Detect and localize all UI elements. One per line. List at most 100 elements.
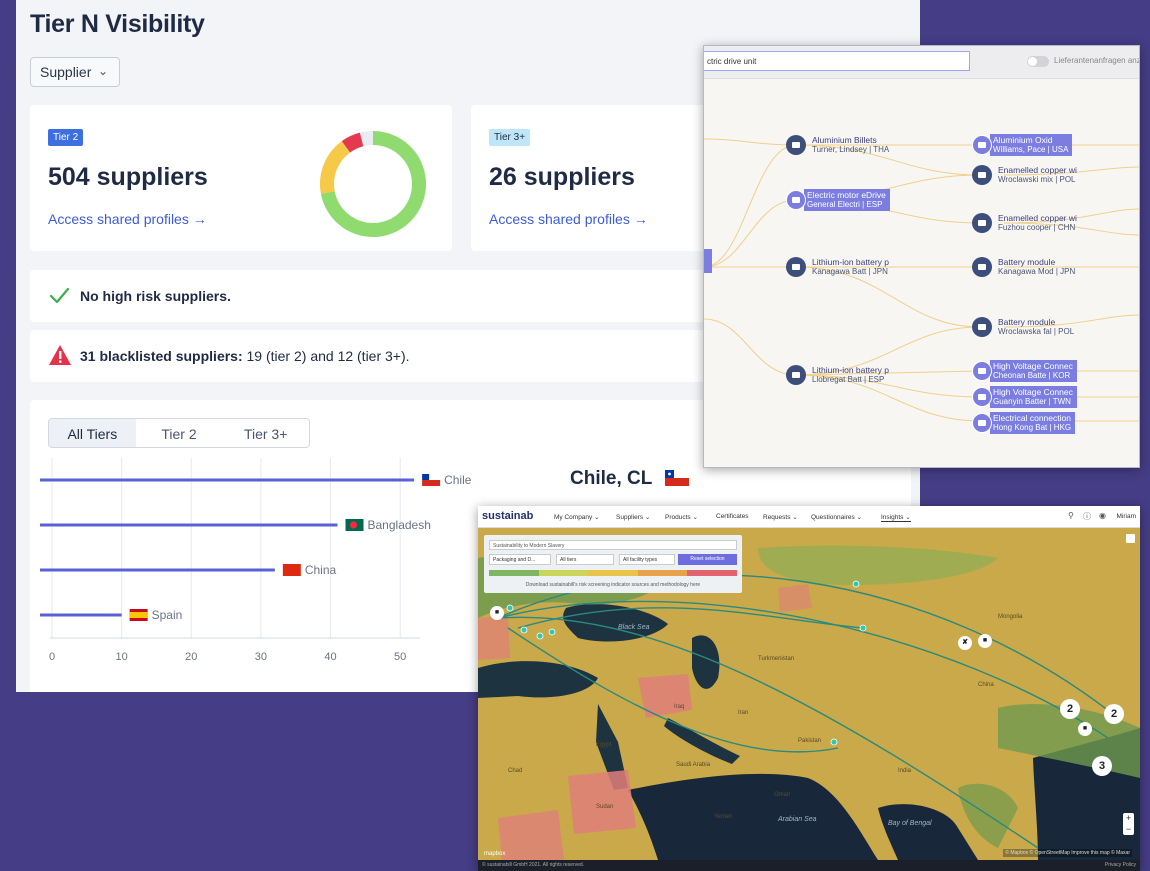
china-flag-icon	[282, 564, 301, 576]
map-filter-panel: Sustainability to Modern Slavery Packagi…	[484, 535, 742, 593]
tab-tier-2[interactable]: Tier 2	[136, 419, 223, 447]
node-supplier: Cheonan Batte | KOR	[993, 371, 1071, 380]
bar-chile[interactable]	[40, 478, 415, 482]
cluster-marker[interactable]: 3	[1092, 756, 1112, 776]
supplier-node[interactable]: Battery module Wroclawska fal | POL	[972, 316, 1074, 338]
map-label: Sudan	[596, 804, 614, 810]
node-supplier: Turner, Lindsey | THA	[812, 145, 890, 154]
scale-segment	[538, 570, 589, 576]
factory-marker-icon[interactable]: ■	[490, 606, 504, 620]
node-product: Aluminium Billets	[812, 135, 877, 145]
reset-selection-button[interactable]: Reset selection	[678, 554, 737, 565]
country-bar-chart: 0 10 20 30 40 50 Chile Bangladesh China Spain	[40, 458, 472, 663]
nav-suppliers[interactable]: Suppliers ⌄	[616, 513, 650, 521]
facility-type-select[interactable]: All facility types	[619, 554, 675, 565]
supplier-node[interactable]: High Voltage Connec Cheonan Batte | KOR	[972, 360, 1077, 382]
node-label: Lithium-ion battery p Kanagawa Batt | JPN	[812, 258, 889, 277]
page-footer: © sustainabill GmbH 2021. All rights res…	[478, 860, 1140, 871]
privacy-policy-link[interactable]: Privacy Policy	[1105, 862, 1136, 868]
tier-select[interactable]: All tiers	[556, 554, 614, 565]
risk-donut-chart	[320, 131, 426, 237]
zoom-controls[interactable]: + −	[1123, 813, 1134, 835]
chevron-down-icon: ⌄	[97, 64, 108, 78]
node-label: High Voltage Connec Guanyin Batter | TWN	[990, 386, 1077, 408]
risk-color-scale	[489, 570, 737, 576]
supplier-node[interactable]: Electric motor eDrive General Electri | E…	[786, 189, 890, 211]
supplier-node[interactable]: Electrical connection Hong Kong Bat | HKG	[972, 412, 1076, 434]
scale-segment	[489, 570, 539, 576]
supplier-dropdown[interactable]: Supplier ⌄	[30, 57, 120, 87]
factory-marker-icon[interactable]: ■	[1078, 722, 1092, 736]
x-tick-label: 10	[116, 651, 128, 663]
supplier-node[interactable]: Enamelled copper wi Fuzhou cooper | CHN	[972, 212, 1077, 234]
supplier-node[interactable]: Aluminium Billets Turner, Lindsey | THA	[786, 134, 889, 156]
search-icon[interactable]: ⚲	[1068, 511, 1074, 520]
access-profiles-link[interactable]: Access shared profiles →	[489, 211, 648, 227]
map-label: Yemen	[714, 814, 733, 820]
bar-bangladesh[interactable]	[40, 523, 338, 527]
nav-questionnaires[interactable]: Questionnaires ⌄	[811, 513, 862, 521]
user-avatar-icon[interactable]: ◉	[1099, 511, 1106, 520]
supplier-node[interactable]: Enamelled copper wi Wroclawski mix | POL	[972, 164, 1077, 186]
supplier-count: 26 suppliers	[489, 163, 635, 191]
tab-tier-3[interactable]: Tier 3+	[222, 419, 309, 447]
bar-spain[interactable]	[40, 613, 122, 617]
box-icon	[972, 135, 992, 155]
indicator-search-input[interactable]: Sustainability to Modern Slavery	[489, 540, 737, 550]
tool-marker-icon[interactable]: ✘	[958, 636, 972, 650]
supplier-node[interactable]: Lithium-ion battery p Llobregat Batt | ES…	[786, 364, 889, 386]
nav-requests[interactable]: Requests ⌄	[763, 513, 798, 521]
box-icon	[786, 135, 806, 155]
category-select[interactable]: Packaging and D...	[489, 554, 551, 565]
user-name[interactable]: Miriam	[1117, 513, 1137, 520]
layer-toggle-button[interactable]	[1126, 534, 1135, 543]
node-supplier: Williams, Pace | USA	[993, 145, 1069, 154]
box-icon	[972, 213, 992, 233]
mapbox-logo: mapbox	[484, 851, 506, 857]
box-icon	[972, 361, 992, 381]
country-detail-title: Chile, CL	[570, 468, 690, 490]
supplier-node[interactable]: Battery module Kanagawa Mod | JPN	[972, 256, 1075, 278]
map-attribution[interactable]: © Mapbox © OpenStreetMap Improve this ma…	[1003, 849, 1132, 857]
blacklist-text: 31 blacklisted suppliers: 19 (tier 2) an…	[80, 348, 410, 364]
tier-2-card: Tier 2 504 suppliers Access shared profi…	[30, 105, 452, 251]
node-product: Lithium-ion battery p	[812, 365, 890, 375]
supplier-node[interactable]: High Voltage Connec Guanyin Batter | TWN	[972, 386, 1077, 408]
nav-insights[interactable]: Insights ⌄	[881, 513, 911, 522]
tab-all-tiers[interactable]: All Tiers	[49, 419, 136, 447]
nav-my-company[interactable]: My Company ⌄	[554, 513, 600, 521]
access-profiles-link[interactable]: Access shared profiles →	[48, 211, 207, 227]
map-label: Black Sea	[618, 624, 650, 631]
supplier-node[interactable]: Lithium-ion battery p Kanagawa Batt | JPN	[786, 256, 889, 278]
map-label: Iraq	[674, 704, 685, 710]
risk-status-text: No high risk suppliers.	[80, 288, 231, 304]
risk-map-window: sustainab My Company ⌄ Suppliers ⌄ Produ…	[478, 506, 1140, 871]
page-title: Tier N Visibility	[30, 10, 205, 38]
scale-segment	[588, 570, 638, 576]
box-icon	[786, 365, 806, 385]
supplier-node[interactable]: Aluminium Oxid Williams, Pace | USA	[972, 134, 1073, 156]
node-supplier: Kanagawa Batt | JPN	[812, 267, 888, 276]
cluster-marker[interactable]: 2	[1104, 704, 1124, 724]
map-label: Mongolia	[998, 614, 1023, 620]
map-label: Pakistan	[798, 738, 822, 744]
node-supplier: Wroclawska fal | POL	[998, 327, 1075, 336]
map-label: Oman	[774, 792, 791, 798]
factory-marker-icon[interactable]: ■	[978, 634, 992, 648]
node-product: Battery module	[998, 317, 1056, 327]
donut-segment-red	[341, 132, 364, 153]
scale-segment	[687, 570, 737, 576]
node-product: Electric motor eDrive	[807, 190, 886, 200]
supplier-requests-toggle[interactable]	[1027, 56, 1049, 67]
nav-certificates[interactable]: Certificates	[716, 513, 749, 520]
map-label: Iran	[738, 710, 749, 716]
product-search-input[interactable]: ctric drive unit	[704, 51, 970, 71]
download-methodology-link[interactable]: Download sustainabill's risk screening i…	[484, 582, 742, 588]
bar-china[interactable]	[40, 568, 275, 572]
x-tick-label: 40	[324, 651, 336, 663]
cluster-marker[interactable]: 2	[1060, 699, 1080, 719]
brand-logo[interactable]: sustainab	[482, 510, 533, 522]
help-icon[interactable]: ⓘ	[1083, 511, 1091, 522]
nav-products[interactable]: Products ⌄	[665, 513, 698, 521]
donut-segment-yellow	[320, 141, 351, 194]
